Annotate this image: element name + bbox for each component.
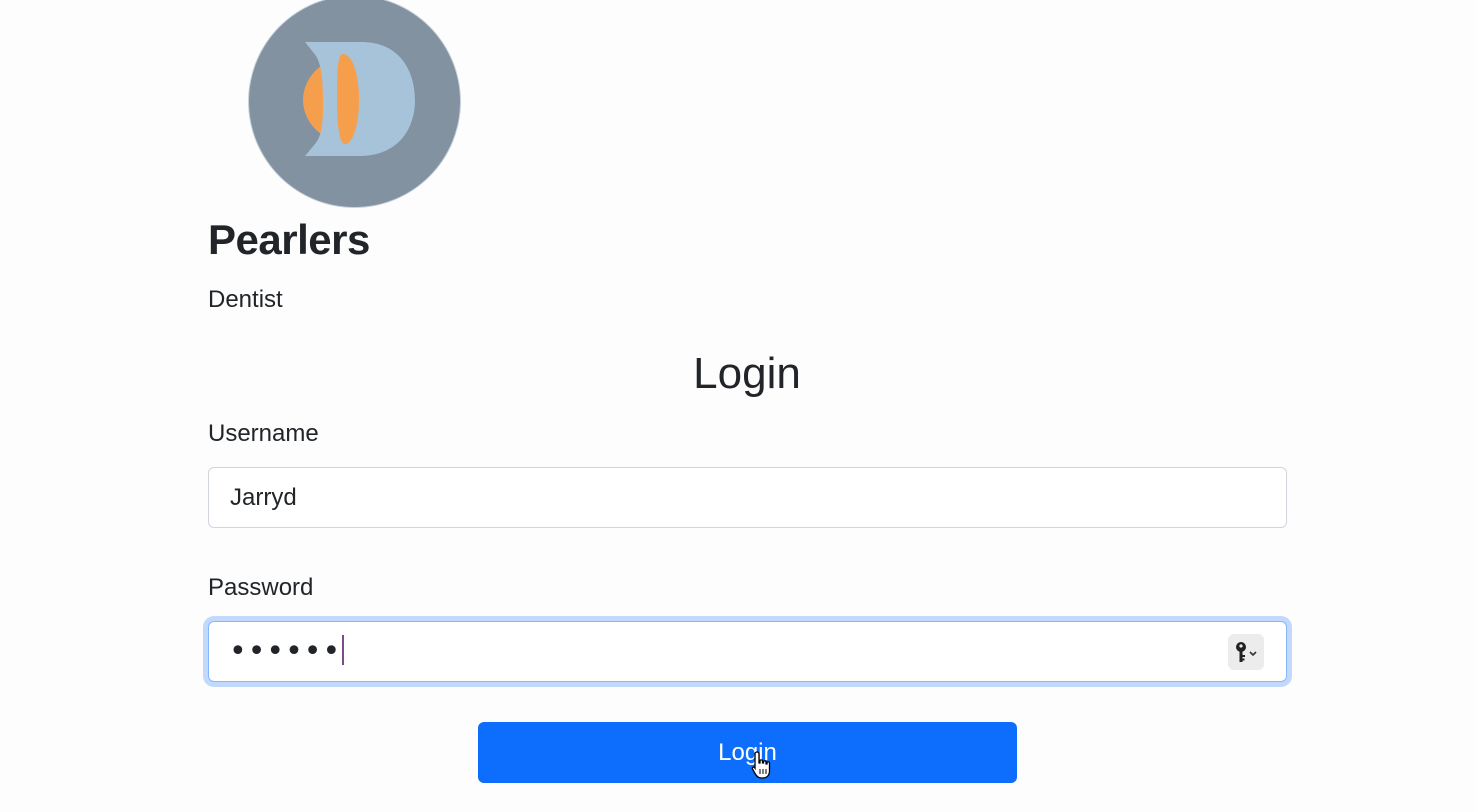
organization-name: Pearlers	[208, 216, 370, 263]
username-value: Jarryd	[230, 484, 297, 511]
key-icon	[1236, 642, 1257, 662]
login-page: Pearlers Dentist Login Username Jarryd P…	[0, 0, 1476, 812]
password-masked-value: ••••••	[229, 634, 345, 670]
hand-pointer-cursor-icon	[751, 751, 771, 779]
organization-type: Dentist	[208, 286, 283, 313]
password-manager-button[interactable]	[1228, 634, 1264, 670]
login-button[interactable]: Login	[478, 722, 1017, 783]
password-label: Password	[208, 574, 314, 601]
dentist-logo	[249, 0, 460, 207]
tooth-logo-icon	[303, 42, 415, 156]
password-input[interactable]: ••••••	[208, 621, 1287, 682]
username-label: Username	[208, 420, 319, 447]
text-caret	[342, 635, 345, 665]
login-heading: Login	[693, 349, 801, 398]
username-input[interactable]: Jarryd	[208, 467, 1287, 528]
